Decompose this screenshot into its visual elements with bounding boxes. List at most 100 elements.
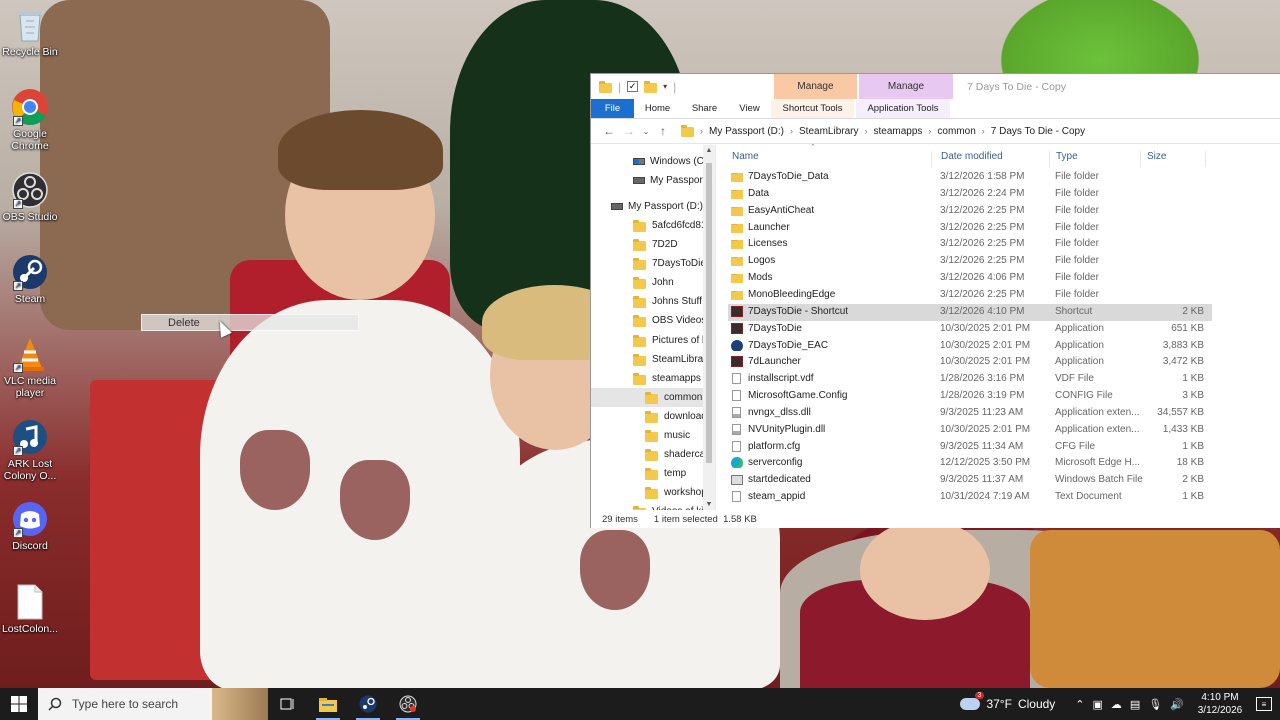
clock[interactable]: 4:10 PM 3/12/2026 bbox=[1192, 691, 1248, 717]
breadcrumb-item[interactable]: My Passport (D:) bbox=[709, 126, 784, 137]
chevron-right-icon[interactable]: › bbox=[790, 126, 793, 136]
meet-now-icon[interactable]: ▣ bbox=[1093, 698, 1103, 711]
nav-item[interactable]: downloading bbox=[591, 407, 703, 426]
breadcrumb-item[interactable]: common bbox=[937, 126, 975, 137]
desktop-icon-recycle-bin[interactable]: Recycle Bin bbox=[0, 6, 60, 58]
navigation-scrollbar[interactable]: ▲ ▼ bbox=[703, 145, 715, 510]
file-row[interactable]: 7DaysToDie_Data 3/12/2026 1:58 PM File fol… bbox=[728, 169, 1212, 186]
breadcrumb-item[interactable]: 7 Days To Die - Copy bbox=[991, 126, 1085, 137]
tab-file[interactable]: File bbox=[591, 99, 634, 118]
column-header-date[interactable]: Date modified bbox=[935, 151, 1050, 167]
column-header-name[interactable]: Name bbox=[726, 151, 932, 167]
file-list[interactable]: ⌃ Name Date modified Type Size 7DaysToDi… bbox=[716, 144, 1280, 510]
nav-item[interactable]: workshop bbox=[591, 483, 703, 502]
nav-item[interactable]: 5afcd6fcd810672 bbox=[591, 216, 703, 235]
onedrive-icon[interactable]: ☁ bbox=[1111, 698, 1122, 711]
file-row[interactable]: platform.cfg 9/3/2025 11:34 AM CFG File 1 K… bbox=[728, 439, 1212, 456]
file-row[interactable]: 7DaysToDie - Shortcut 3/12/2026 4:10 PM Sh… bbox=[728, 303, 1212, 321]
file-row[interactable]: MicrosoftGame.Config 1/28/2026 3:19 PM CON… bbox=[728, 388, 1212, 405]
desktop-icon-steam[interactable]: ↗ Steam bbox=[0, 253, 60, 305]
tab-home[interactable]: Home bbox=[634, 99, 681, 118]
scroll-up-icon[interactable]: ▲ bbox=[703, 147, 715, 154]
desktop-icon-chrome[interactable]: ↗ Google Chrome bbox=[0, 88, 60, 152]
nav-item[interactable]: Johns Stuff bbox=[591, 292, 703, 311]
up-arrow-icon[interactable]: ↑ bbox=[653, 124, 673, 138]
taskbar-search-box[interactable]: Type here to search bbox=[38, 688, 268, 720]
tab-share[interactable]: Share bbox=[681, 99, 728, 118]
tab-application-tools[interactable]: Application Tools bbox=[856, 99, 950, 118]
nav-item[interactable]: John bbox=[591, 273, 703, 292]
breadcrumb-item[interactable]: SteamLibrary bbox=[799, 126, 858, 137]
chevron-up-icon[interactable]: ⌃ bbox=[1075, 698, 1084, 711]
forward-arrow-icon[interactable]: → bbox=[619, 124, 639, 138]
taskbar-steam[interactable] bbox=[348, 688, 388, 720]
back-arrow-icon[interactable]: ← bbox=[599, 124, 619, 138]
file-row[interactable]: Licenses 3/12/2026 2:25 PM File folder bbox=[728, 236, 1212, 253]
file-row[interactable]: steam_appid 10/31/2024 7:19 AM Text Docume… bbox=[728, 489, 1212, 506]
column-header-type[interactable]: Type bbox=[1050, 151, 1141, 167]
desktop-icon-file[interactable]: LostColon... bbox=[0, 583, 60, 635]
weather-widget[interactable]: 3 37°F Cloudy bbox=[960, 692, 1055, 711]
properties-check-icon[interactable]: ✓ bbox=[627, 81, 639, 92]
nav-item[interactable]: music bbox=[591, 426, 703, 445]
desktop-icon-discord[interactable]: ↗ Discord bbox=[0, 500, 60, 552]
nav-item[interactable]: 7D2D bbox=[591, 235, 703, 254]
file-row[interactable]: 7DaysToDie_EAC 10/30/2025 2:01 PM Applicat… bbox=[728, 338, 1212, 355]
nav-item[interactable]: My Passport (D:) bbox=[591, 171, 703, 190]
nav-item[interactable]: Windows (C:) bbox=[591, 152, 703, 171]
file-row[interactable]: 7DaysToDie 10/30/2025 2:01 PM Application 6… bbox=[728, 321, 1212, 338]
navigation-pane[interactable]: Windows (C:) My Passport (D:) My Passport … bbox=[591, 145, 716, 510]
tab-view[interactable]: View bbox=[728, 99, 771, 118]
file-row[interactable]: startdedicated 9/3/2025 11:37 AM Windows B… bbox=[728, 472, 1212, 489]
file-row[interactable]: Logos 3/12/2026 2:25 PM File folder bbox=[728, 253, 1212, 270]
microphone-icon[interactable]: 🎙 bbox=[1148, 698, 1162, 711]
desktop-icon-vlc[interactable]: ↗ VLC media player bbox=[0, 335, 60, 399]
file-row[interactable]: Data 3/12/2026 2:24 PM File folder bbox=[728, 186, 1212, 203]
file-explorer-window[interactable]: | ✓ ▾ | Manage Manage 7 Days To Die - Co… bbox=[590, 73, 1280, 528]
network-icon[interactable]: ▤ bbox=[1130, 698, 1140, 711]
file-row[interactable]: serverconfig 12/12/2025 3:50 PM Microsoft … bbox=[728, 455, 1212, 472]
manage-application-context-tab[interactable]: Manage bbox=[859, 74, 953, 99]
nav-item[interactable]: common bbox=[591, 388, 703, 407]
desktop-icon-obs[interactable]: ↗ OBS Studio bbox=[0, 171, 60, 223]
file-row[interactable]: EasyAntiCheat 3/12/2026 2:25 PM File folde… bbox=[728, 203, 1212, 220]
column-header-size[interactable]: Size bbox=[1141, 151, 1206, 167]
nav-item[interactable]: temp bbox=[591, 464, 703, 483]
file-row[interactable]: 7dLauncher 10/30/2025 2:01 PM Application 3… bbox=[728, 354, 1212, 371]
recent-locations-chevron-icon[interactable]: ⌄ bbox=[639, 127, 653, 136]
nav-item[interactable]: steamapps bbox=[591, 369, 703, 388]
scroll-down-icon[interactable]: ▼ bbox=[703, 501, 715, 508]
nav-item[interactable]: Videos of kids bbox=[591, 502, 703, 510]
start-button[interactable] bbox=[0, 688, 38, 720]
file-row[interactable]: nvngx_dlss.dll 9/3/2025 11:23 AM Applicati… bbox=[728, 405, 1212, 422]
notification-icon[interactable]: ≡ bbox=[1256, 697, 1272, 711]
nav-item[interactable]: 7DaysToDie bbox=[591, 254, 703, 273]
breadcrumb[interactable]: › My Passport (D:) › SteamLibrary › stea… bbox=[681, 122, 1280, 141]
manage-shortcut-context-tab[interactable]: Manage bbox=[774, 74, 857, 99]
title-bar[interactable]: | ✓ ▾ | Manage Manage 7 Days To Die - Co… bbox=[591, 74, 1280, 99]
file-row[interactable]: MonoBleedingEdge 3/12/2026 2:25 PM File fo… bbox=[728, 287, 1212, 304]
taskbar-obs[interactable] bbox=[388, 688, 428, 720]
file-date-modified: 3/12/2026 4:10 PM bbox=[940, 305, 1025, 317]
customize-qat-icon[interactable]: ▾ bbox=[663, 82, 667, 91]
volume-icon[interactable]: 🔊 bbox=[1170, 698, 1184, 711]
new-folder-icon[interactable] bbox=[644, 80, 658, 93]
nav-item[interactable]: SteamLibrary bbox=[591, 350, 703, 369]
desktop-icon-ark[interactable]: ↗ ARK Lost Colony O... bbox=[0, 418, 60, 482]
file-row[interactable]: installscript.vdf 1/28/2026 3:16 PM VDF Fi… bbox=[728, 371, 1212, 388]
tab-shortcut-tools[interactable]: Shortcut Tools bbox=[771, 99, 854, 118]
chevron-right-icon[interactable]: › bbox=[982, 126, 985, 136]
task-view-button[interactable] bbox=[268, 688, 308, 720]
scrollbar-thumb[interactable] bbox=[706, 163, 712, 463]
taskbar-file-explorer[interactable] bbox=[308, 688, 348, 720]
chevron-right-icon[interactable]: › bbox=[864, 126, 867, 136]
nav-item[interactable]: Pictures of kids bbox=[591, 331, 703, 350]
file-row[interactable]: Mods 3/12/2026 4:06 PM File folder bbox=[728, 270, 1212, 287]
nav-item[interactable]: OBS Videos bbox=[591, 311, 703, 330]
file-row[interactable]: Launcher 3/12/2026 2:25 PM File folder bbox=[728, 220, 1212, 237]
nav-item[interactable]: shadercache bbox=[591, 445, 703, 464]
breadcrumb-item[interactable]: steamapps bbox=[873, 126, 922, 137]
file-row[interactable]: NVUnityPlugin.dll 10/30/2025 2:01 PM Appli… bbox=[728, 422, 1212, 439]
nav-item[interactable]: My Passport (D:) bbox=[591, 197, 703, 216]
chevron-right-icon[interactable]: › bbox=[928, 126, 931, 136]
